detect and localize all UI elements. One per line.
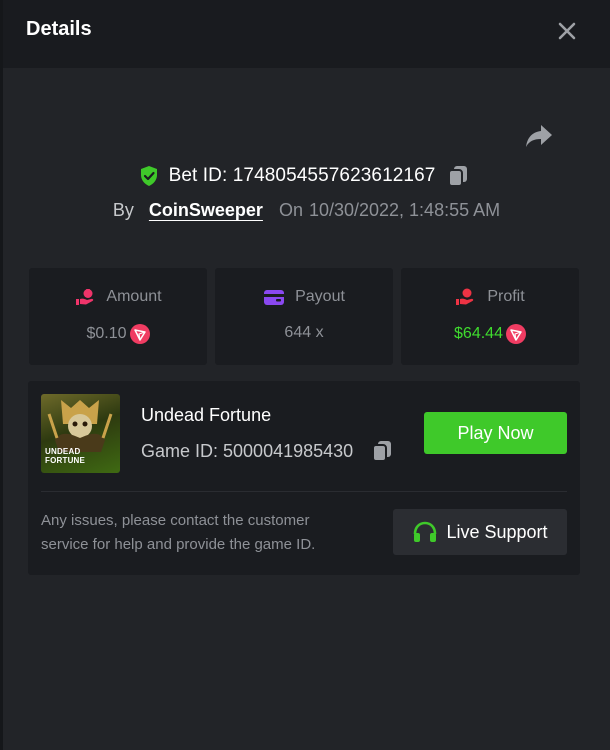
bet-date: 10/30/2022, 1:48:55 AM: [308, 199, 501, 220]
by-label: By: [112, 199, 134, 220]
shield-check-icon: [140, 166, 157, 186]
profit-card: Profit $64.44: [401, 268, 579, 365]
currency-icon: [129, 324, 150, 344]
profit-value: $64.44: [454, 325, 503, 342]
amount-value: $0.10: [86, 325, 127, 342]
live-support-button[interactable]: Live Support: [393, 509, 567, 555]
payout-label: Payout: [295, 288, 345, 305]
profit-label: Profit: [487, 288, 525, 305]
game-id: Game ID: 5000041985430: [141, 440, 354, 461]
close-icon[interactable]: [552, 16, 582, 46]
details-modal: Details Bet ID: 1748054557623612167 By C…: [3, 0, 610, 750]
bet-author-row: By CoinSweeper On 10/30/2022, 1:48:55 AM: [3, 196, 610, 224]
wallet-card-icon: [264, 290, 285, 305]
on-label: On: [278, 199, 303, 220]
bet-id-row: Bet ID: 1748054557623612167: [3, 162, 610, 190]
bet-id: Bet ID: 1748054557623612167: [168, 165, 436, 186]
game-card: UNDEAD FORTUNE Undead Fortune Game ID: 5…: [28, 381, 580, 575]
thumbnail-title: UNDEAD FORTUNE: [45, 447, 86, 465]
payout-value: 644 x: [284, 324, 324, 341]
username-link[interactable]: CoinSweeper: [149, 200, 263, 221]
money-bag-hand-icon: [76, 289, 94, 305]
currency-icon: [505, 324, 526, 344]
amount-label: Amount: [106, 288, 162, 305]
copy-icon[interactable]: [447, 164, 469, 188]
help-text: Any issues, please contact the customer …: [41, 512, 316, 553]
payout-card: Payout 644 x: [215, 268, 393, 365]
copy-icon[interactable]: [371, 439, 393, 463]
coin-hand-icon: [456, 288, 474, 305]
game-name: Undead Fortune: [141, 405, 272, 425]
share-icon[interactable]: [523, 121, 555, 151]
game-thumbnail[interactable]: UNDEAD FORTUNE: [41, 394, 120, 473]
amount-card: Amount $0.10: [29, 268, 207, 365]
headset-icon: [414, 521, 437, 542]
live-support-label: Live Support: [446, 521, 548, 542]
modal-header: Details: [3, 0, 610, 68]
modal-title: Details: [26, 18, 92, 40]
divider: [41, 491, 567, 492]
play-now-button[interactable]: Play Now: [424, 412, 567, 454]
game-id-row: Game ID: 5000041985430: [141, 439, 393, 463]
